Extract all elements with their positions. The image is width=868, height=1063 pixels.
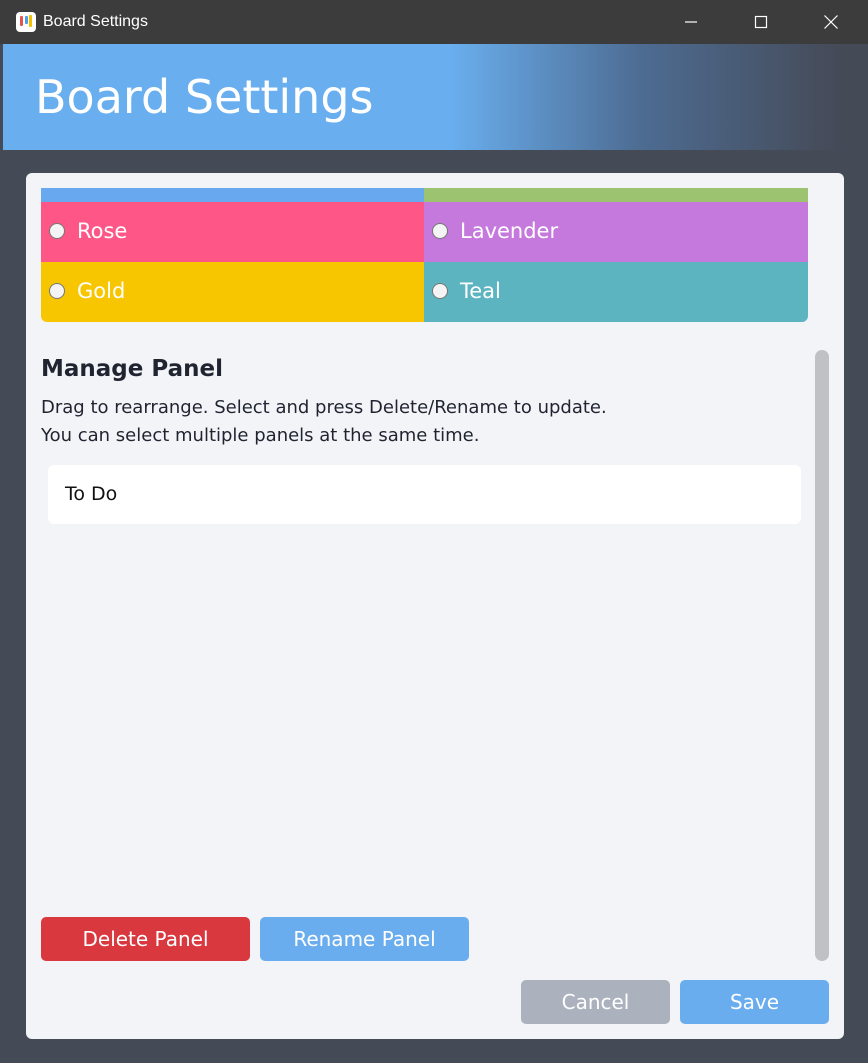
color-option-label: Teal — [460, 279, 501, 303]
header-banner: Board Settings — [3, 44, 865, 150]
settings-card: Rose Lavender Gold Teal Manage Panel Dra… — [26, 173, 844, 1039]
minimize-icon — [685, 21, 697, 23]
color-option-teal[interactable]: Teal — [424, 262, 808, 322]
maximize-icon — [754, 15, 768, 29]
color-option-label: Gold — [77, 279, 126, 303]
app-icon — [16, 12, 36, 32]
color-strip-blue — [41, 188, 424, 202]
gold-radio[interactable] — [49, 283, 65, 299]
close-icon — [824, 15, 838, 29]
page-title: Board Settings — [35, 70, 374, 124]
color-option-label: Lavender — [460, 219, 559, 243]
color-option-gold[interactable]: Gold — [41, 262, 424, 322]
panel-list-item[interactable]: To Do — [65, 481, 117, 507]
manage-description-line2: You can select multiple panels at the sa… — [41, 425, 480, 446]
color-strip-green — [424, 188, 808, 202]
save-button[interactable]: Save — [680, 980, 829, 1024]
color-option-label: Rose — [77, 219, 128, 243]
lavender-radio[interactable] — [432, 223, 448, 239]
maximize-button[interactable] — [726, 0, 796, 44]
teal-radio[interactable] — [432, 283, 448, 299]
title-bar: Board Settings — [0, 0, 868, 44]
rose-radio[interactable] — [49, 223, 65, 239]
color-option-lavender[interactable]: Lavender — [424, 202, 808, 262]
rename-panel-button[interactable]: Rename Panel — [260, 917, 469, 961]
cancel-button[interactable]: Cancel — [521, 980, 670, 1024]
minimize-button[interactable] — [656, 0, 726, 44]
manage-panel-heading: Manage Panel — [41, 356, 223, 382]
panel-list: To Do — [48, 465, 801, 524]
scrollbar[interactable] — [815, 350, 829, 961]
color-option-rose[interactable]: Rose — [41, 202, 424, 262]
delete-panel-button[interactable]: Delete Panel — [41, 917, 250, 961]
close-button[interactable] — [796, 0, 866, 44]
manage-description-line1: Drag to rearrange. Select and press Dele… — [41, 397, 607, 418]
window-title: Board Settings — [43, 13, 148, 30]
